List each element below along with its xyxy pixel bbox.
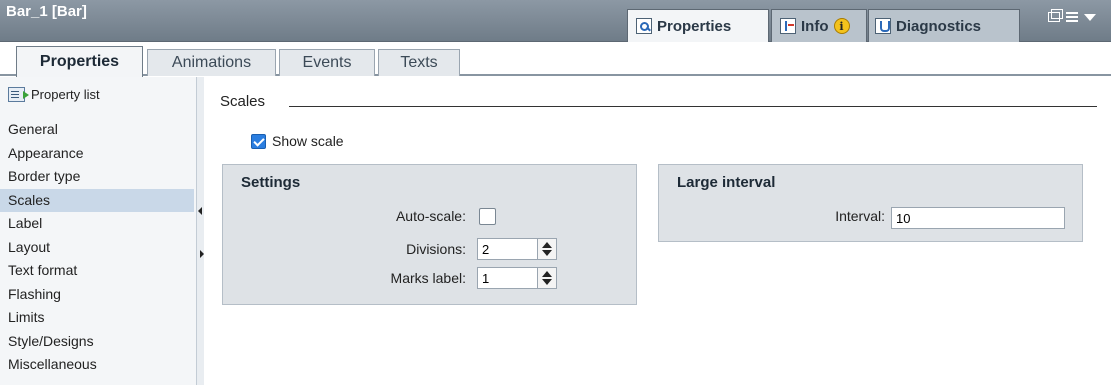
expand-right-icon[interactable]	[200, 250, 204, 258]
properties-icon	[636, 18, 652, 34]
property-nav: General Appearance Border type Scales La…	[0, 118, 194, 377]
auto-scale-label: Auto-scale:	[395, 208, 466, 224]
subtab-properties[interactable]: Properties	[16, 46, 143, 77]
marks-label-spinner-icon[interactable]	[538, 267, 557, 289]
chevron-down-icon[interactable]	[1084, 13, 1096, 21]
subtab-events[interactable]: Events	[279, 49, 375, 76]
tab-info[interactable]: Info i	[771, 9, 867, 42]
tab-properties-label: Properties	[657, 17, 732, 35]
settings-group: Settings Auto-scale: Divisions: Marks la…	[222, 164, 637, 305]
restore-icon[interactable]	[1048, 9, 1063, 22]
nav-item-flashing[interactable]: Flashing	[0, 283, 194, 307]
panel-splitter[interactable]	[196, 77, 204, 385]
nav-item-scales[interactable]: Scales	[0, 188, 194, 212]
interval-label: Interval:	[835, 208, 885, 224]
show-scale-checkbox[interactable]: Show scale	[251, 133, 344, 149]
tab-properties[interactable]: Properties	[627, 9, 769, 42]
subtab-animations[interactable]: Animations	[147, 49, 276, 76]
show-scale-label: Show scale	[272, 133, 344, 149]
nav-item-layout[interactable]: Layout	[0, 236, 194, 260]
large-interval-group-title: Large interval	[677, 174, 776, 191]
nav-item-miscellaneous[interactable]: Miscellaneous	[0, 353, 194, 377]
marks-label-input[interactable]	[477, 267, 538, 289]
tab-diagnostics-label: Diagnostics	[896, 17, 982, 35]
nav-item-border-type[interactable]: Border type	[0, 165, 194, 189]
property-list-panel: Property list General Appearance Border …	[0, 77, 204, 385]
info-badge-icon: i	[833, 18, 850, 34]
nav-item-text-format[interactable]: Text format	[0, 259, 194, 283]
menu-icon[interactable]	[1066, 12, 1078, 22]
sub-tab-bar: Properties Animations Events Texts	[0, 43, 1111, 77]
nav-item-appearance[interactable]: Appearance	[0, 142, 194, 166]
nav-item-limits[interactable]: Limits	[0, 306, 194, 330]
info-icon	[780, 18, 796, 34]
divisions-spinner-icon[interactable]	[538, 238, 557, 260]
interval-input[interactable]	[891, 207, 1065, 229]
divisions-label: Divisions:	[406, 241, 466, 257]
section-divider	[289, 106, 1097, 107]
auto-scale-checkbox[interactable]	[479, 208, 496, 225]
diagnostics-icon	[875, 18, 891, 34]
nav-item-general[interactable]: General	[0, 118, 194, 142]
collapse-left-icon[interactable]	[198, 207, 202, 215]
window-title: Bar_1 [Bar]	[6, 3, 87, 20]
property-list-label: Property list	[31, 87, 100, 102]
settings-group-title: Settings	[241, 174, 301, 191]
inspector-titlebar: Bar_1 [Bar] Properties Info i Diagnostic…	[0, 0, 1111, 42]
show-scale-check-icon[interactable]	[251, 133, 266, 149]
large-interval-group: Large interval Interval:	[658, 164, 1083, 242]
tab-diagnostics[interactable]: Diagnostics	[868, 9, 1020, 42]
nav-item-label[interactable]: Label	[0, 212, 194, 236]
property-list-icon	[8, 87, 29, 102]
section-title-scales: Scales	[220, 93, 266, 110]
window-controls	[1048, 9, 1096, 22]
divisions-input[interactable]	[477, 238, 538, 260]
marks-label-label: Marks label:	[390, 270, 466, 286]
tab-info-label: Info	[801, 17, 829, 35]
property-list-header[interactable]: Property list	[8, 87, 100, 102]
nav-item-style-designs[interactable]: Style/Designs	[0, 330, 194, 354]
subtab-texts[interactable]: Texts	[378, 49, 460, 76]
